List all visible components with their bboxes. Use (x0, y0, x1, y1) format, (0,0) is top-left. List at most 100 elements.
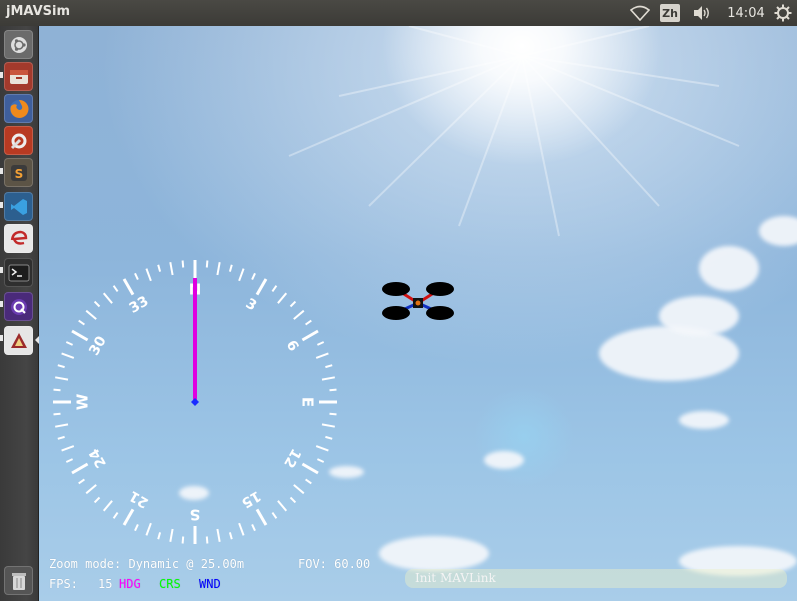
compass-tick (112, 285, 119, 292)
compass-label-30: 30 (86, 333, 110, 358)
compass-tick (228, 264, 233, 272)
compass-tick (57, 435, 65, 440)
compass-tick (316, 458, 325, 463)
compass-tick (134, 272, 139, 281)
compass-tick (169, 528, 174, 542)
sublime-text-icon[interactable]: S (4, 158, 33, 187)
compass-tick (238, 268, 245, 282)
volume-icon[interactable] (691, 3, 713, 23)
running-indicator (0, 301, 3, 307)
compass-label-33: 33 (127, 293, 152, 317)
compass-label-6: 6 (283, 338, 302, 354)
compass-tick (61, 445, 75, 452)
compass-tick (305, 319, 312, 326)
compass-tick (301, 462, 319, 475)
svg-text:S: S (14, 167, 23, 181)
compass-tick (112, 512, 119, 519)
compass-tick (85, 309, 97, 320)
wind-indicator (191, 398, 199, 406)
status-message-bar: Init MAVLink (405, 569, 787, 588)
power-gear-icon[interactable] (773, 3, 793, 23)
compass-tick (102, 500, 113, 512)
wifi-icon[interactable] (628, 3, 652, 23)
compass-tick (277, 500, 288, 512)
compass-tick (78, 319, 85, 326)
compass-tick (65, 341, 74, 346)
compass-label-3: 3 (243, 296, 259, 315)
cloud (484, 451, 524, 469)
clock[interactable]: 14:04 (725, 3, 767, 23)
window-title: jMAVSim (6, 4, 70, 19)
compass-tick (251, 272, 256, 281)
compass-tick (238, 522, 245, 536)
running-indicator (0, 202, 3, 208)
simulation-viewport[interactable]: N 3 6 E 12 15 S 21 24 W 30 33 Zoom mode:… (39, 26, 797, 601)
compass-tick (216, 262, 221, 276)
compass-tick (205, 536, 209, 544)
legend-hdg: HDG (119, 577, 141, 591)
system-settings-icon[interactable] (4, 126, 33, 155)
compass-tick (321, 423, 335, 428)
top-panel: jMAVSim Zh 14:04 (0, 0, 797, 26)
compass-tick (325, 435, 333, 440)
launcher: S (0, 26, 39, 601)
compass-tick (329, 412, 337, 416)
compass-tick (293, 484, 305, 495)
terminal-icon[interactable] (4, 258, 33, 287)
files-icon[interactable] (4, 62, 33, 91)
trash-icon[interactable] (4, 566, 33, 595)
compass-tick (301, 329, 319, 342)
compass-tick (316, 341, 325, 346)
compass-tick (255, 508, 268, 526)
running-indicator (0, 267, 3, 273)
compass-tick (78, 478, 85, 485)
compass-tick (255, 278, 268, 296)
running-indicator (0, 335, 3, 341)
compass-tick (325, 364, 333, 369)
input-language-indicator[interactable]: Zh (660, 4, 680, 22)
compass-tick (57, 364, 65, 369)
fps-label: FPS: (49, 577, 78, 591)
compass-label-12: 12 (280, 446, 304, 471)
cloud (599, 326, 739, 381)
cloud (659, 296, 739, 336)
compass-tick (122, 508, 135, 526)
compass-tick (181, 536, 185, 544)
jmavsim-java-icon[interactable] (4, 326, 33, 355)
compass-tick (85, 484, 97, 495)
compass-tick (145, 268, 152, 282)
compass-tick (305, 478, 312, 485)
firefox-icon[interactable] (4, 94, 33, 123)
compass-label-24: 24 (86, 445, 110, 470)
status-message: Init MAVLink (415, 571, 496, 585)
compass-tick (53, 412, 61, 416)
fps-value: 15 (98, 577, 113, 591)
compass-tick (315, 445, 329, 452)
legend-wnd: WND (199, 577, 221, 591)
compass-tick (277, 292, 288, 304)
compass-tick (157, 264, 162, 272)
eclipse-icon[interactable] (4, 224, 33, 253)
compass-label-s: S (190, 506, 201, 524)
compass-tick (93, 496, 101, 504)
compass-tick (329, 388, 337, 392)
compass-tick (65, 458, 74, 463)
compass-tick (289, 300, 297, 308)
compass-label-w: W (74, 393, 92, 410)
fov-readout: FOV: 60.00 (298, 557, 371, 571)
compass-tick (93, 300, 101, 308)
compass-tick (71, 462, 89, 475)
compass-tick (71, 329, 89, 342)
compass-tick (122, 278, 135, 296)
compass-tick (289, 496, 297, 504)
ubuntu-dash-icon[interactable] (4, 30, 33, 59)
compass-tick (102, 292, 113, 304)
compass-tick (145, 522, 152, 536)
compass-label-21: 21 (127, 487, 152, 511)
code-editor-icon[interactable] (4, 192, 33, 221)
compass-tick (216, 528, 221, 542)
compass-tick (169, 262, 174, 276)
cloud (699, 246, 759, 291)
compass-tick (55, 423, 69, 428)
qgroundcontrol-icon[interactable] (4, 292, 33, 321)
